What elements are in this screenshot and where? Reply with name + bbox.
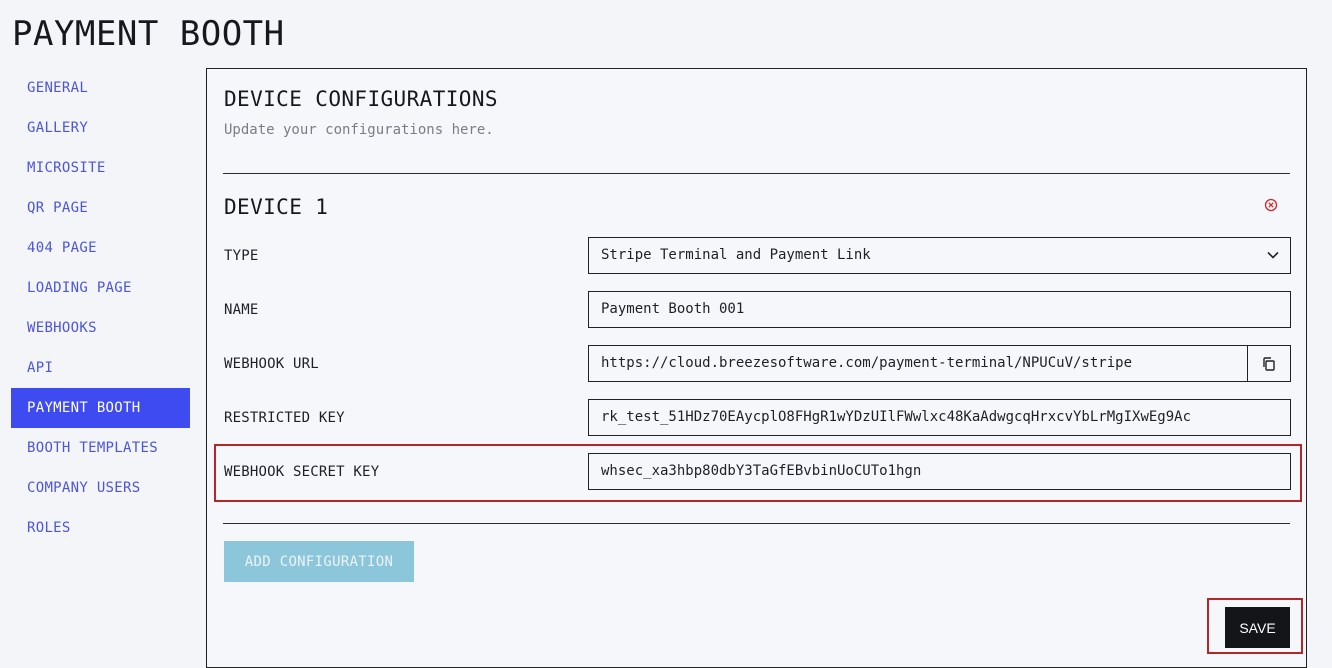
webhook-url-label: WEBHOOK URL	[224, 356, 319, 372]
webhook-url-value: https://cloud.breezesoftware.com/payment…	[601, 355, 1133, 371]
sidebar-item-api[interactable]: API	[11, 348, 190, 388]
device-title: DEVICE 1	[224, 195, 329, 219]
sidebar-item-company-users[interactable]: COMPANY USERS	[11, 468, 190, 508]
name-label: NAME	[224, 302, 259, 318]
sidebar-item-404-page[interactable]: 404 PAGE	[11, 228, 190, 268]
sidebar-item-webhooks[interactable]: WEBHOOKS	[11, 308, 190, 348]
sidebar-item-gallery[interactable]: GALLERY	[11, 108, 190, 148]
name-input[interactable]: Payment Booth 001	[588, 291, 1291, 328]
chevron-down-icon	[1267, 251, 1279, 259]
restricted-key-value: rk_test_51HDz70EAycplO8FHgR1wYDzUIlFWwlx…	[601, 409, 1192, 425]
name-input-value: Payment Booth 001	[601, 301, 745, 317]
webhook-secret-key-highlight	[214, 444, 1302, 502]
add-configuration-button[interactable]: ADD CONFIGURATION	[224, 541, 414, 582]
sidebar-item-booth-templates[interactable]: BOOTH TEMPLATES	[11, 428, 190, 468]
panel-subtitle: Update your configurations here.	[224, 122, 494, 138]
close-circle-icon[interactable]	[1264, 198, 1278, 212]
sidebar-item-roles[interactable]: ROLES	[11, 508, 190, 548]
page-title: PAYMENT BOOTH	[12, 14, 285, 54]
webhook-url-input[interactable]: https://cloud.breezesoftware.com/payment…	[588, 345, 1291, 382]
copy-icon	[1263, 356, 1275, 371]
divider	[223, 173, 1290, 174]
divider	[223, 523, 1290, 524]
restricted-key-input[interactable]: rk_test_51HDz70EAycplO8FHgR1wYDzUIlFWwlx…	[588, 399, 1291, 436]
sidebar-item-loading-page[interactable]: LOADING PAGE	[11, 268, 190, 308]
sidebar-item-general[interactable]: GENERAL	[11, 68, 190, 108]
restricted-key-label: RESTRICTED KEY	[224, 410, 345, 426]
sidebar-item-qr-page[interactable]: QR PAGE	[11, 188, 190, 228]
device-configurations-panel: DEVICE CONFIGURATIONS Update your config…	[206, 68, 1307, 668]
sidebar: GENERAL GALLERY MICROSITE QR PAGE 404 PA…	[11, 68, 190, 548]
type-select[interactable]: Stripe Terminal and Payment Link	[588, 237, 1291, 274]
sidebar-item-payment-booth[interactable]: PAYMENT BOOTH	[11, 388, 190, 428]
sidebar-item-microsite[interactable]: MICROSITE	[11, 148, 190, 188]
type-label: TYPE	[224, 248, 259, 264]
type-select-value: Stripe Terminal and Payment Link	[601, 247, 871, 263]
copy-webhook-url-button[interactable]	[1247, 346, 1290, 381]
panel-title: DEVICE CONFIGURATIONS	[224, 87, 498, 111]
save-button-highlight	[1207, 598, 1303, 654]
